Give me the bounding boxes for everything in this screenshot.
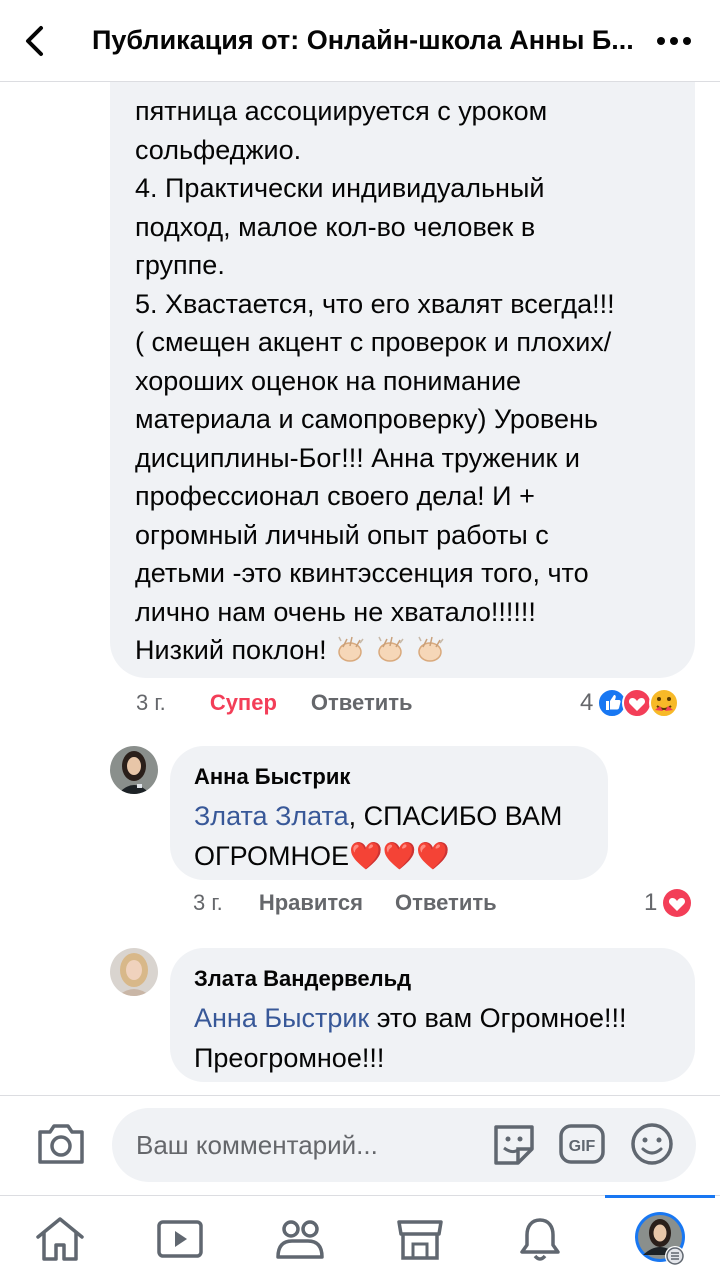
reaction-summary[interactable]: 4 bbox=[580, 686, 687, 720]
comment-text: Злата Злата, СПАСИБО ВАМ ОГРОМНОЕ❤️❤️❤️ bbox=[194, 796, 562, 876]
comment-line: сольфеджио. bbox=[135, 134, 302, 165]
comment-text-part: это вам Огромное!!! bbox=[369, 1003, 627, 1033]
comment-line: дисциплины-Бог!!! Анна труженик и bbox=[135, 442, 580, 473]
camera-button[interactable] bbox=[36, 1120, 86, 1166]
tab-video[interactable] bbox=[120, 1196, 240, 1280]
marketplace-icon bbox=[397, 1219, 443, 1260]
react-super-button[interactable]: Супер bbox=[210, 690, 277, 716]
reply-button[interactable]: Ответить bbox=[311, 690, 413, 716]
comment-text: пятница ассоциируется с уроком сольфеджи… bbox=[135, 92, 680, 670]
emoji-icon bbox=[631, 1123, 673, 1165]
reaction-count: 4 bbox=[580, 689, 594, 716]
bell-icon bbox=[520, 1217, 560, 1261]
comment-time: 3 г. bbox=[193, 890, 223, 915]
comment-line: Низкий поклон! bbox=[135, 635, 327, 665]
reply-button[interactable]: Ответить bbox=[395, 890, 497, 916]
mention-link[interactable]: Анна Быстрик bbox=[194, 1003, 369, 1033]
comment-author[interactable]: Анна Быстрик bbox=[194, 764, 350, 790]
avatar-photo-icon bbox=[110, 746, 158, 794]
clapping-hands-icon bbox=[373, 633, 407, 663]
mention-link[interactable]: Злата Злата bbox=[194, 801, 349, 831]
sticker-button[interactable] bbox=[490, 1121, 538, 1167]
comment-time: 3 г. bbox=[136, 690, 166, 715]
more-dots-icon bbox=[657, 37, 691, 45]
comment-line: группе. bbox=[135, 250, 225, 280]
emoji-button[interactable] bbox=[628, 1121, 676, 1167]
comment-line: лично нам очень не хватало!!!!!! bbox=[135, 596, 536, 627]
comment-line: профессионал своего дела! И + bbox=[135, 481, 535, 511]
comment-line: огромный личный опыт работы с bbox=[135, 519, 549, 550]
groups-icon bbox=[276, 1219, 324, 1259]
comment-line: материала и самопроверку) Уровень bbox=[135, 404, 598, 434]
tab-profile-menu[interactable] bbox=[600, 1196, 720, 1280]
reaction-summary[interactable]: 1 bbox=[644, 887, 693, 919]
comment-line: пятница ассоциируется с уроком bbox=[135, 96, 548, 126]
top-bar: Публикация от: Онлайн-школа Анны Б... bbox=[0, 0, 720, 82]
comment-bubble-main[interactable]: пятница ассоциируется с уроком сольфеджи… bbox=[110, 40, 695, 678]
comment-line: подход, малое кол-во человек в bbox=[135, 211, 536, 242]
tab-groups[interactable] bbox=[240, 1196, 360, 1280]
avatar[interactable] bbox=[110, 948, 158, 996]
gif-icon: GIF bbox=[559, 1124, 605, 1164]
tab-notifications[interactable] bbox=[480, 1196, 600, 1280]
camera-icon bbox=[38, 1124, 84, 1164]
comment-composer: GIF bbox=[0, 1095, 720, 1195]
comment-actions: 3 г. Супер Ответить bbox=[136, 690, 413, 716]
comment-line: хороших оценок на понимание bbox=[135, 365, 522, 396]
clapping-hands-icon bbox=[333, 633, 367, 663]
clapping-hands-icon bbox=[413, 633, 447, 663]
comment-text-part: , СПАСИБО ВАМ bbox=[348, 801, 563, 831]
reply-bubble[interactable]: Анна Быстрик Злата Злата, СПАСИБО ВАМ ОГ… bbox=[170, 746, 608, 880]
chevron-left-icon bbox=[26, 25, 43, 56]
bottom-tab-bar bbox=[0, 1195, 720, 1280]
more-options-button[interactable] bbox=[656, 26, 692, 56]
avatar[interactable] bbox=[110, 746, 158, 794]
reactions-icon bbox=[597, 688, 680, 718]
comment-line: 4. Практически индивидуальный bbox=[135, 173, 545, 203]
svg-text:GIF: GIF bbox=[569, 1138, 596, 1155]
comment-author[interactable]: Злата Вандервельд bbox=[194, 966, 411, 992]
reaction-count: 1 bbox=[644, 889, 658, 916]
comment-text-part: ОГРОМНОЕ bbox=[194, 841, 350, 871]
like-button[interactable]: Нравится bbox=[259, 890, 363, 916]
comment-input[interactable] bbox=[112, 1108, 696, 1182]
avatar-photo-icon bbox=[110, 948, 158, 996]
page-title: Публикация от: Онлайн-школа Анны Б... bbox=[92, 25, 634, 55]
reply-actions: 3 г. Нравится Ответить bbox=[193, 890, 497, 916]
reply-bubble[interactable]: Злата Вандервельд Анна Быстрик это вам О… bbox=[170, 948, 695, 1082]
back-button[interactable] bbox=[0, 0, 70, 82]
comment-text: Анна Быстрик это вам Огромное!!! Преогро… bbox=[194, 998, 627, 1078]
profile-menu-icon bbox=[635, 1211, 685, 1266]
comment-line: ( смещен акцент с проверок и плохих/ bbox=[135, 327, 612, 357]
love-reaction-icon bbox=[663, 889, 692, 917]
hearts-emoji: ❤️❤️❤️ bbox=[349, 841, 450, 871]
tab-marketplace[interactable] bbox=[360, 1196, 480, 1280]
gif-button[interactable]: GIF bbox=[558, 1121, 606, 1167]
home-icon bbox=[36, 1216, 84, 1261]
video-icon bbox=[157, 1219, 203, 1258]
sticker-icon bbox=[494, 1125, 534, 1165]
comment-line: 5. Хвастается, что его хвалят всегда!!! bbox=[135, 288, 615, 319]
tab-home[interactable] bbox=[0, 1196, 120, 1280]
comment-text-part: Преогромное!!! bbox=[194, 1043, 385, 1073]
comment-line: детьми -это квинтэссенция того, что bbox=[135, 558, 589, 588]
